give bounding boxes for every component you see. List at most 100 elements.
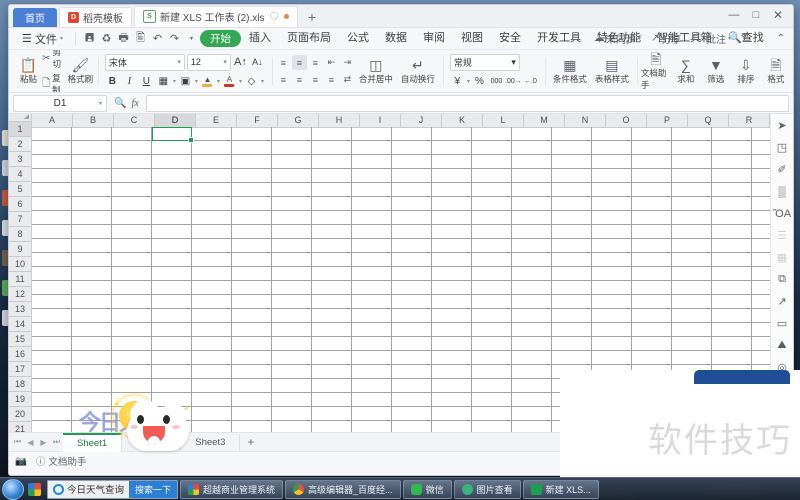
close-button[interactable]: ✕ — [767, 6, 789, 24]
decrease-indent-button[interactable]: ⇤ — [324, 55, 339, 70]
menu-item-view[interactable]: 视图 — [453, 28, 491, 49]
name-box[interactable]: D1 ▾ — [13, 94, 107, 112]
menu-item-formula[interactable]: 公式 — [339, 28, 377, 49]
help-button[interactable]: ? — [737, 33, 751, 44]
row-header-8[interactable]: 8 — [9, 227, 31, 242]
filter-button[interactable]: ▼ 筛选 — [701, 58, 731, 85]
clear-format-icon[interactable]: ◇ — [244, 74, 259, 89]
collapse-ribbon-button[interactable]: ⌃ — [773, 33, 789, 44]
orientation-button[interactable]: ⇄ — [340, 72, 355, 87]
underline-button[interactable]: U — [139, 74, 154, 89]
row-header-2[interactable]: 2 — [9, 137, 31, 152]
increase-indent-button[interactable]: ⇥ — [340, 55, 355, 70]
tab-workbook[interactable]: S 新建 XLS 工作表 (2).xls 🗨 — [134, 6, 298, 27]
row-header-16[interactable]: 16 — [9, 347, 31, 362]
selected-cell-d1[interactable] — [152, 127, 194, 143]
column-header-K[interactable]: K — [442, 114, 483, 127]
align-top-button[interactable]: ≡ — [276, 55, 291, 70]
wrap-text-button[interactable]: ↵ 自动换行 — [397, 58, 439, 85]
more-options-button[interactable]: ⋮ — [753, 33, 771, 44]
row-header-13[interactable]: 13 — [9, 302, 31, 317]
undo-icon[interactable]: ↶ — [149, 30, 166, 47]
maximize-button[interactable]: □ — [745, 6, 767, 24]
minimize-button[interactable]: — — [723, 6, 745, 24]
apps-grid-icon[interactable]: ▒ — [774, 184, 790, 199]
sheet-tab-sheet3[interactable]: Sheet3 — [181, 433, 241, 451]
currency-button[interactable]: ¥ — [450, 74, 465, 89]
chevron-down-icon[interactable]: ▾ — [99, 100, 102, 107]
redo-icon[interactable]: ↷ — [166, 30, 183, 47]
row-header-20[interactable]: 20 — [9, 407, 31, 422]
increase-decimal-button[interactable]: .00→ — [505, 74, 522, 89]
align-right-button[interactable]: ≡ — [308, 72, 323, 87]
cell-style-icon[interactable]: ▣ — [178, 74, 193, 89]
font-color-button[interactable]: A — [222, 74, 237, 89]
chevron-down-icon[interactable]: ▾ — [173, 78, 176, 85]
borders-icon[interactable]: ▦ — [156, 74, 171, 89]
rows-cols-button[interactable]: ▩ 行和列 — [791, 58, 793, 85]
taskbar-item-erp[interactable]: 超越商业管理系统 — [180, 479, 284, 499]
menu-item-developer[interactable]: 开发工具 — [529, 28, 589, 49]
sheet-tab-sheet2[interactable]: Sheet2 — [122, 433, 182, 451]
column-header-H[interactable]: H — [319, 114, 360, 127]
shape-icon[interactable]: ◳ — [774, 140, 790, 155]
cut-button[interactable]: ✂ 剪切 — [42, 50, 67, 70]
merge-center-button[interactable]: ◫ 合并居中 — [355, 58, 397, 85]
clipboard-icon[interactable]: ⧉ — [774, 272, 790, 287]
picture-icon[interactable]: ⛰ — [774, 338, 790, 353]
column-header-E[interactable]: E — [196, 114, 237, 127]
bold-button[interactable]: B — [105, 74, 120, 89]
insert-function-icon[interactable]: fx — [131, 98, 138, 109]
column-header-M[interactable]: M — [524, 114, 565, 127]
file-menu-button[interactable]: ☰ 文件 ▾ — [15, 31, 70, 47]
formula-input[interactable] — [145, 94, 789, 112]
align-left-button[interactable]: ≡ — [276, 72, 291, 87]
last-sheet-button[interactable]: ⏭ — [50, 437, 63, 447]
chevron-down-icon[interactable]: ▾ — [195, 78, 198, 85]
row-header-21[interactable]: 21 — [9, 422, 31, 432]
tab-comment-icon[interactable]: 🗨 — [268, 11, 279, 22]
fill-color-button[interactable]: ▲ — [200, 74, 215, 89]
cloud-save-icon[interactable]: ♻ — [98, 30, 115, 47]
chevron-down-icon[interactable]: ▾ — [239, 78, 242, 85]
column-header-R[interactable]: R — [729, 114, 770, 127]
magnifier-icon[interactable]: 🔍 — [114, 98, 126, 109]
chart-icon[interactable]: ὌA — [773, 206, 791, 221]
row-header-19[interactable]: 19 — [9, 392, 31, 407]
conditional-format-button[interactable]: ▦ 条件格式 — [549, 58, 591, 85]
decrease-decimal-button[interactable]: ←.0 — [523, 74, 538, 89]
column-header-L[interactable]: L — [483, 114, 524, 127]
start-button[interactable] — [2, 478, 24, 500]
sum-button[interactable]: ∑ 求和 — [671, 58, 701, 85]
menu-item-data[interactable]: 数据 — [377, 28, 415, 49]
increase-font-size-button[interactable]: A↑ — [233, 55, 248, 70]
taskbar-search-button[interactable]: 搜索一下 — [129, 480, 178, 498]
comment-button[interactable]: 🗨 批注 ▾ — [687, 31, 735, 46]
align-center-button[interactable]: ≡ — [292, 72, 307, 87]
font-size-select[interactable]: 12 ▾ — [186, 53, 231, 71]
taskbar-item-xls[interactable]: 新建 XLS... — [522, 479, 599, 499]
first-sheet-button[interactable]: ⏮ — [11, 437, 24, 447]
italic-button[interactable]: I — [122, 74, 137, 89]
column-header-A[interactable]: A — [32, 114, 73, 127]
column-header-G[interactable]: G — [278, 114, 319, 127]
row-header-15[interactable]: 15 — [9, 332, 31, 347]
new-tab-button[interactable]: + — [300, 8, 324, 27]
row-header-18[interactable]: 18 — [9, 377, 31, 392]
row-header-12[interactable]: 12 — [9, 287, 31, 302]
ink-icon[interactable]: ✐ — [774, 162, 790, 177]
align-bottom-button[interactable]: ≡ — [308, 55, 323, 70]
row-header-1[interactable]: 1 — [9, 122, 31, 137]
comma-style-button[interactable]: 000 — [489, 74, 504, 89]
row-header-5[interactable]: 5 — [9, 182, 31, 197]
row-header-17[interactable]: 17 — [9, 362, 31, 377]
add-sheet-button[interactable]: + — [240, 435, 261, 449]
menu-item-review[interactable]: 审阅 — [415, 28, 453, 49]
export-icon[interactable]: ↗ — [774, 294, 790, 309]
taskbar-search-box[interactable]: 今日天气查询 搜索一下 — [47, 479, 179, 499]
row-header-9[interactable]: 9 — [9, 242, 31, 257]
column-header-C[interactable]: C — [114, 114, 155, 127]
taskbar-item-wechat[interactable]: 微信 — [402, 479, 452, 499]
menu-item-security[interactable]: 安全 — [491, 28, 529, 49]
font-family-select[interactable]: 宋体 ▾ — [104, 53, 185, 71]
